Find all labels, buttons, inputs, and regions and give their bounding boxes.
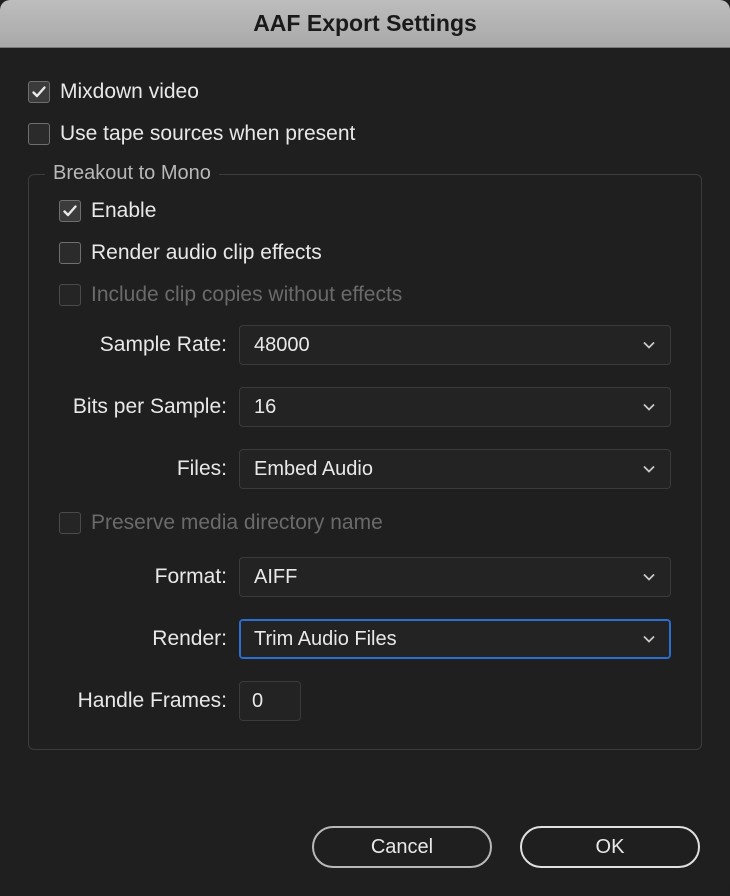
use-tape-sources-checkbox[interactable]	[28, 123, 50, 145]
render-label: Render:	[59, 627, 239, 651]
bits-per-sample-value: 16	[254, 396, 276, 419]
bits-per-sample-label: Bits per Sample:	[59, 395, 239, 419]
render-select[interactable]: Trim Audio Files	[239, 619, 671, 659]
format-label: Format:	[59, 565, 239, 589]
chevron-down-icon	[642, 400, 656, 414]
files-row: Files: Embed Audio	[59, 449, 671, 489]
cancel-button[interactable]: Cancel	[312, 826, 492, 868]
sample-rate-row: Sample Rate: 48000	[59, 325, 671, 365]
mixdown-video-row: Mixdown video	[28, 80, 702, 104]
format-value: AIFF	[254, 566, 297, 589]
chevron-down-icon	[642, 570, 656, 584]
handle-frames-input[interactable]: 0	[239, 681, 301, 721]
sample-rate-value: 48000	[254, 334, 310, 357]
dialog-content: Mixdown video Use tape sources when pres…	[0, 48, 730, 826]
include-copies-row: Include clip copies without effects	[59, 283, 671, 307]
aaf-export-settings-dialog: AAF Export Settings Mixdown video Use ta…	[0, 0, 730, 896]
enable-label: Enable	[91, 199, 156, 223]
ok-button[interactable]: OK	[520, 826, 700, 868]
handle-frames-value: 0	[252, 690, 263, 713]
files-select[interactable]: Embed Audio	[239, 449, 671, 489]
breakout-legend: Breakout to Mono	[45, 162, 219, 185]
render-value: Trim Audio Files	[254, 628, 397, 651]
enable-checkbox[interactable]	[59, 200, 81, 222]
chevron-down-icon	[642, 338, 656, 352]
dialog-footer: Cancel OK	[0, 826, 730, 896]
use-tape-sources-row: Use tape sources when present	[28, 122, 702, 146]
checkmark-icon	[31, 84, 47, 100]
enable-row: Enable	[59, 199, 671, 223]
breakout-to-mono-group: Breakout to Mono Enable Render audio cli…	[28, 174, 702, 750]
render-effects-checkbox[interactable]	[59, 242, 81, 264]
handle-frames-label: Handle Frames:	[59, 689, 239, 713]
dialog-title: AAF Export Settings	[253, 10, 477, 37]
files-value: Embed Audio	[254, 458, 373, 481]
ok-button-label: OK	[596, 836, 625, 859]
preserve-media-label: Preserve media directory name	[91, 511, 383, 535]
include-copies-label: Include clip copies without effects	[91, 283, 402, 307]
preserve-media-row: Preserve media directory name	[59, 511, 671, 535]
chevron-down-icon	[642, 632, 656, 646]
mixdown-video-label: Mixdown video	[60, 80, 199, 104]
chevron-down-icon	[642, 462, 656, 476]
handle-frames-row: Handle Frames: 0	[59, 681, 671, 721]
preserve-media-checkbox	[59, 512, 81, 534]
checkmark-icon	[62, 203, 78, 219]
mixdown-video-checkbox[interactable]	[28, 81, 50, 103]
files-label: Files:	[59, 457, 239, 481]
render-effects-label: Render audio clip effects	[91, 241, 322, 265]
include-copies-checkbox	[59, 284, 81, 306]
cancel-button-label: Cancel	[371, 836, 433, 859]
render-row: Render: Trim Audio Files	[59, 619, 671, 659]
format-row: Format: AIFF	[59, 557, 671, 597]
titlebar: AAF Export Settings	[0, 0, 730, 48]
render-effects-row: Render audio clip effects	[59, 241, 671, 265]
use-tape-sources-label: Use tape sources when present	[60, 122, 355, 146]
bits-per-sample-select[interactable]: 16	[239, 387, 671, 427]
format-select[interactable]: AIFF	[239, 557, 671, 597]
sample-rate-select[interactable]: 48000	[239, 325, 671, 365]
sample-rate-label: Sample Rate:	[59, 333, 239, 357]
bits-per-sample-row: Bits per Sample: 16	[59, 387, 671, 427]
